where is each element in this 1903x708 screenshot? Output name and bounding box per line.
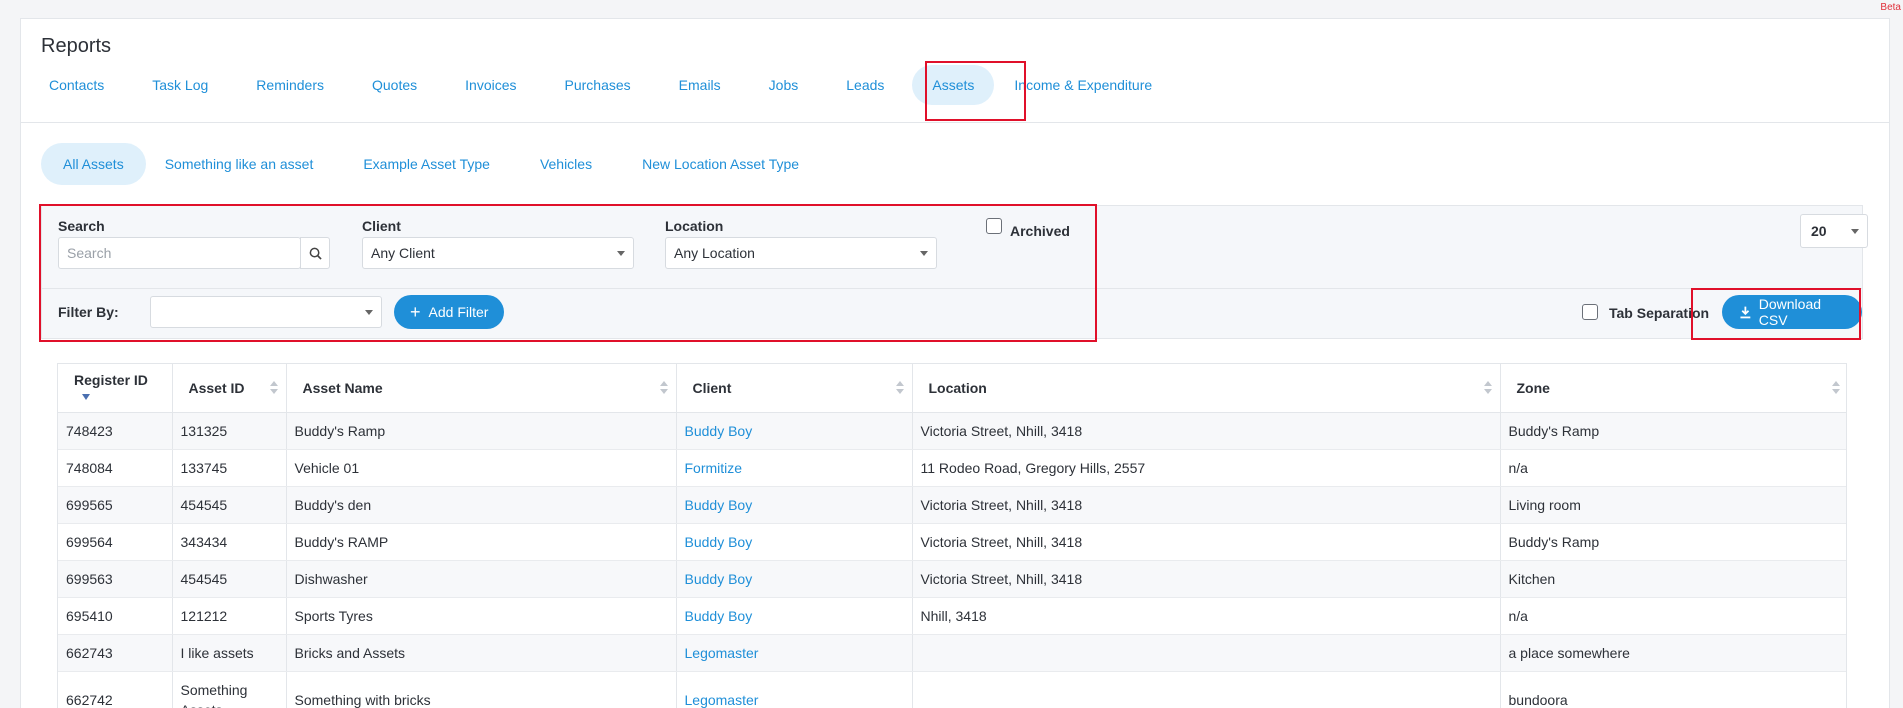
chevron-down-icon xyxy=(1851,229,1859,234)
cell-location xyxy=(912,634,1501,672)
table-row[interactable]: 695410 121212 Sports Tyres Buddy Boy Nhi… xyxy=(58,597,1846,635)
cell-client-link[interactable]: Buddy Boy xyxy=(676,486,913,524)
tab-task-log[interactable]: Task Log xyxy=(144,65,216,105)
cell-location: Victoria Street, Nhill, 3418 xyxy=(912,486,1501,524)
cell-location xyxy=(912,671,1501,708)
tab-invoices[interactable]: Invoices xyxy=(457,65,524,105)
download-csv-highlight xyxy=(1691,288,1861,340)
cell-asset-name: Dishwasher xyxy=(286,560,677,598)
cell-register-id: 662742 xyxy=(58,671,173,708)
cell-zone: n/a xyxy=(1500,449,1846,487)
cell-asset-id: 454545 xyxy=(172,560,287,598)
beta-label: Beta xyxy=(1880,2,1901,13)
cell-client-link[interactable]: Formitize xyxy=(676,449,913,487)
cell-asset-name: Buddy's Ramp xyxy=(286,412,677,450)
assets-tab-highlight xyxy=(925,61,1026,121)
cell-client-link[interactable]: Buddy Boy xyxy=(676,560,913,598)
column-header-register-id[interactable]: Register ID xyxy=(58,364,173,413)
tab-quotes[interactable]: Quotes xyxy=(364,65,425,105)
table-row[interactable]: 748084 133745 Vehicle 01 Formitize 11 Ro… xyxy=(58,449,1846,487)
sort-icon xyxy=(1831,381,1840,395)
tab-separation-checkbox[interactable] xyxy=(1582,304,1598,320)
reports-card: Reports Contacts Task Log Reminders Quot… xyxy=(20,18,1890,708)
assets-table: Register ID Asset ID Asset Name Client L… xyxy=(57,363,1847,708)
filters-highlight xyxy=(39,204,1097,342)
cell-asset-name: Buddy's RAMP xyxy=(286,523,677,561)
cell-zone: Buddy's Ramp xyxy=(1500,412,1846,450)
column-header-asset-name[interactable]: Asset Name xyxy=(286,364,677,413)
tab-leads[interactable]: Leads xyxy=(838,65,892,105)
cell-zone: bundoora xyxy=(1500,671,1846,708)
cell-location: Victoria Street, Nhill, 3418 xyxy=(912,523,1501,561)
page-size-value: 20 xyxy=(1811,223,1827,239)
cell-location: Victoria Street, Nhill, 3418 xyxy=(912,560,1501,598)
sort-icon xyxy=(1483,381,1492,395)
table-header-row: Register ID Asset ID Asset Name Client L… xyxy=(58,364,1846,413)
sort-icon xyxy=(269,381,278,395)
cell-register-id: 662743 xyxy=(58,634,173,672)
cell-zone: a place somewhere xyxy=(1500,634,1846,672)
subtab-something-like-an-asset[interactable]: Something like an asset xyxy=(155,143,324,185)
column-header-asset-id[interactable]: Asset ID xyxy=(172,364,287,413)
cell-asset-id: Something Assets xyxy=(172,671,287,708)
tab-income-expenditure[interactable]: Income & Expenditure xyxy=(1006,65,1160,105)
cell-asset-name: Bricks and Assets xyxy=(286,634,677,672)
cell-asset-id: 121212 xyxy=(172,597,287,635)
cell-location: Victoria Street, Nhill, 3418 xyxy=(912,412,1501,450)
table-row[interactable]: 748423 131325 Buddy's Ramp Buddy Boy Vic… xyxy=(58,412,1846,450)
cell-asset-id: I like assets xyxy=(172,634,287,672)
tab-contacts[interactable]: Contacts xyxy=(41,65,112,105)
table-row[interactable]: 699565 454545 Buddy's den Buddy Boy Vict… xyxy=(58,486,1846,524)
cell-client-link[interactable]: Legomaster xyxy=(676,634,913,672)
column-header-zone[interactable]: Zone xyxy=(1500,364,1846,413)
cell-location: Nhill, 3418 xyxy=(912,597,1501,635)
asset-type-subtabs: All Assets Something like an asset Examp… xyxy=(41,143,809,185)
sort-icon xyxy=(659,381,668,395)
cell-zone: Living room xyxy=(1500,486,1846,524)
cell-register-id: 748423 xyxy=(58,412,173,450)
cell-asset-name: Sports Tyres xyxy=(286,597,677,635)
cell-asset-id: 131325 xyxy=(172,412,287,450)
table-row[interactable]: 662743 I like assets Bricks and Assets L… xyxy=(58,634,1846,672)
cell-asset-name: Something with bricks xyxy=(286,671,677,708)
table-row[interactable]: 699563 454545 Dishwasher Buddy Boy Victo… xyxy=(58,560,1846,598)
tab-jobs[interactable]: Jobs xyxy=(761,65,807,105)
table-row[interactable]: 662742 Something Assets Something with b… xyxy=(58,671,1846,708)
cell-asset-name: Buddy's den xyxy=(286,486,677,524)
tab-emails[interactable]: Emails xyxy=(671,65,729,105)
subtab-new-location-asset-type[interactable]: New Location Asset Type xyxy=(632,143,809,185)
cell-client-link[interactable]: Buddy Boy xyxy=(676,412,913,450)
cell-register-id: 699564 xyxy=(58,523,173,561)
cell-location: 11 Rodeo Road, Gregory Hills, 2557 xyxy=(912,449,1501,487)
column-header-client[interactable]: Client xyxy=(676,364,913,413)
cell-zone: n/a xyxy=(1500,597,1846,635)
tab-reminders[interactable]: Reminders xyxy=(248,65,332,105)
cell-asset-id: 454545 xyxy=(172,486,287,524)
cell-asset-id: 133745 xyxy=(172,449,287,487)
cell-zone: Kitchen xyxy=(1500,560,1846,598)
subtab-example-asset-type[interactable]: Example Asset Type xyxy=(353,143,500,185)
cell-client-link[interactable]: Buddy Boy xyxy=(676,523,913,561)
subtab-all-assets[interactable]: All Assets xyxy=(41,143,146,185)
cell-register-id: 695410 xyxy=(58,597,173,635)
sort-descending-icon xyxy=(82,394,90,401)
cell-register-id: 699565 xyxy=(58,486,173,524)
cell-client-link[interactable]: Legomaster xyxy=(676,671,913,708)
cell-client-link[interactable]: Buddy Boy xyxy=(676,597,913,635)
page-size-select[interactable]: 20 xyxy=(1800,214,1868,248)
page-title: Reports xyxy=(41,35,112,57)
tab-purchases[interactable]: Purchases xyxy=(557,65,639,105)
subtab-vehicles[interactable]: Vehicles xyxy=(530,143,602,185)
cell-asset-name: Vehicle 01 xyxy=(286,449,677,487)
cell-zone: Buddy's Ramp xyxy=(1500,523,1846,561)
sort-icon xyxy=(895,381,904,395)
cell-register-id: 748084 xyxy=(58,449,173,487)
table-row[interactable]: 699564 343434 Buddy's RAMP Buddy Boy Vic… xyxy=(58,523,1846,561)
tabs-divider xyxy=(21,122,1889,123)
cell-asset-id: 343434 xyxy=(172,523,287,561)
cell-register-id: 699563 xyxy=(58,560,173,598)
column-header-location[interactable]: Location xyxy=(912,364,1501,413)
